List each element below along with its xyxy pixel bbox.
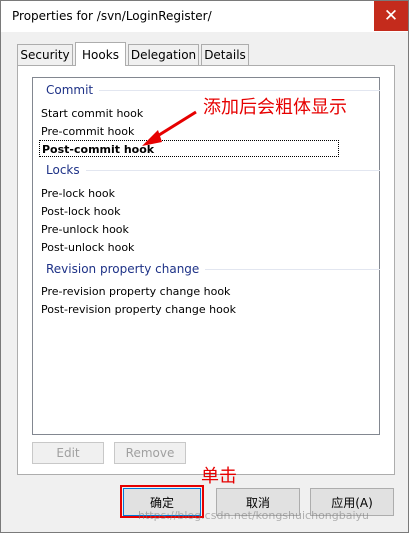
group-divider [99,89,380,91]
hook-post-unlock[interactable]: Post-unlock hook [39,239,136,256]
hook-pre-commit[interactable]: Pre-commit hook [39,123,136,140]
tab-label: Delegation [130,48,197,62]
hook-post-lock[interactable]: Post-lock hook [39,203,123,220]
properties-dialog: Properties for /svn/LoginRegister/ ✕ Sec… [0,0,409,533]
tab-label: Security [20,48,70,62]
group-label: Revision property change [46,262,200,276]
group-label: Locks [46,163,80,177]
group-label: Commit [46,83,94,97]
tab-security[interactable]: Security [17,44,73,65]
hook-pre-unlock[interactable]: Pre-unlock hook [39,221,131,238]
bold-annotation-text: 添加后会粗体显示 [203,97,347,118]
group-header-revprop: Revision property change [46,262,380,276]
hooks-panel: Commit Start commit hook Pre-commit hook… [17,65,395,475]
hook-post-revprop[interactable]: Post-revision property change hook [39,301,238,318]
watermark: https://blog.csdn.net/kongshuichongbaiyu [138,509,370,522]
close-button[interactable]: ✕ [374,1,408,31]
group-divider [85,169,380,171]
title-bar: Properties for /svn/LoginRegister/ ✕ [1,1,408,32]
group-divider [205,268,380,270]
tab-delegation[interactable]: Delegation [128,44,199,65]
hook-start-commit[interactable]: Start commit hook [39,105,145,122]
hook-pre-lock[interactable]: Pre-lock hook [39,185,117,202]
tab-hooks[interactable]: Hooks [75,42,126,66]
hook-list[interactable]: Commit Start commit hook Pre-commit hook… [32,77,380,435]
click-annotation-text: 单击 [201,466,237,487]
close-icon: ✕ [383,6,399,26]
group-header-locks: Locks [46,163,380,177]
hook-post-commit[interactable]: Post-commit hook [39,140,339,157]
remove-button[interactable]: Remove [114,442,186,464]
tab-label: Details [204,48,246,62]
hook-pre-revprop[interactable]: Pre-revision property change hook [39,283,232,300]
window-title: Properties for /svn/LoginRegister/ [12,9,212,23]
tab-details[interactable]: Details [201,44,249,65]
tab-label: Hooks [82,47,119,62]
edit-button[interactable]: Edit [32,442,104,464]
